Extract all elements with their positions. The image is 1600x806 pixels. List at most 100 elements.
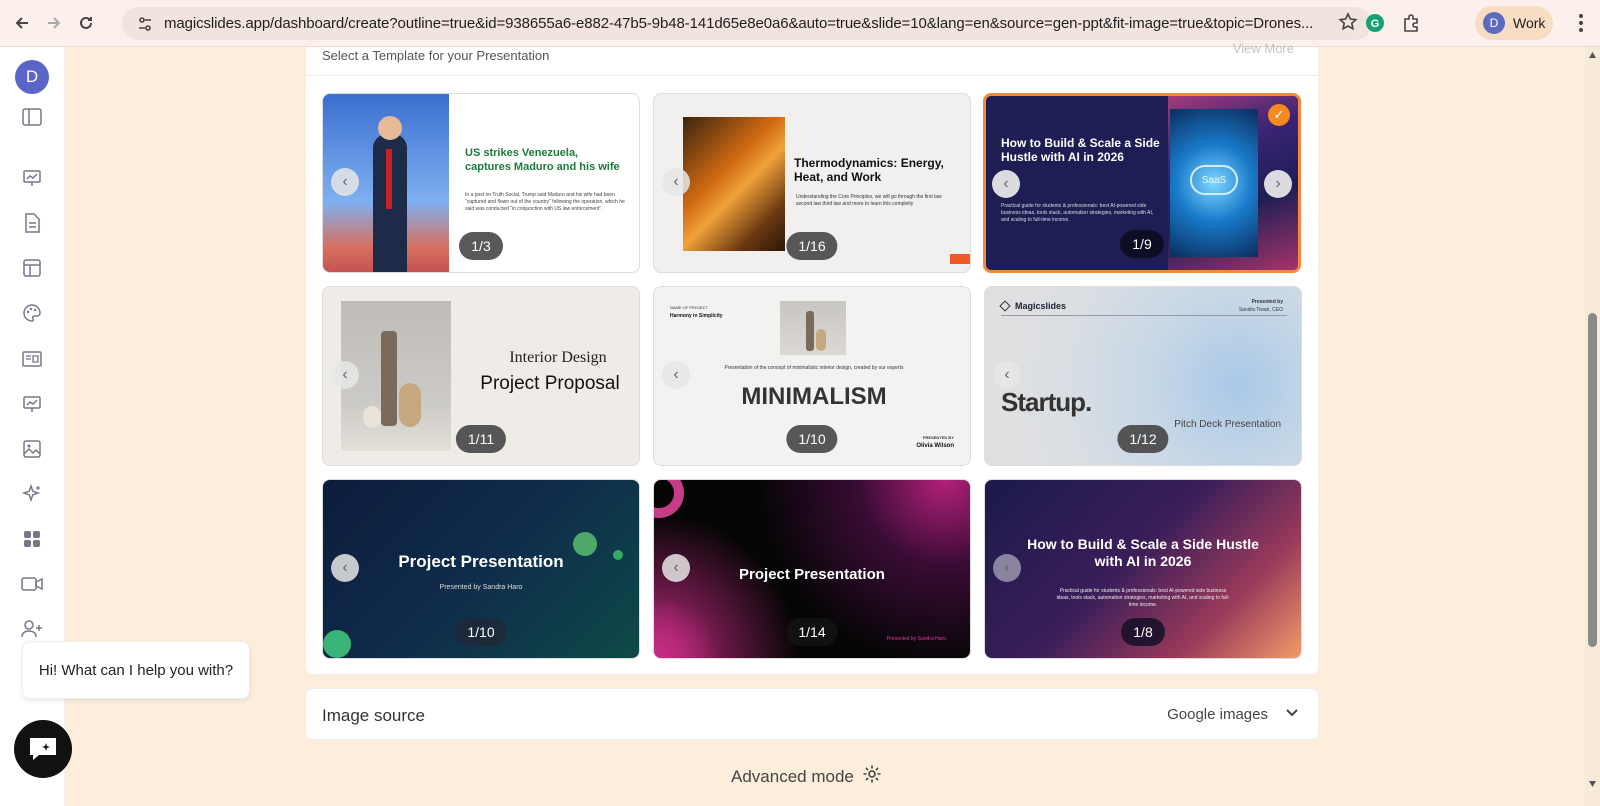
site-settings-icon[interactable] [130,9,160,39]
grammarly-icon[interactable]: G [1360,8,1390,38]
template-card[interactable]: Interior Design Project Proposal ‹ 1/11 [322,286,640,466]
slide-subtitle: Pitch Deck Presentation [1174,419,1281,430]
chat-launcher-button[interactable] [14,720,72,778]
panel-subtitle: Select a Template for your Presentation [322,48,550,63]
slide-accent [950,254,970,264]
chevron-right-icon: › [1275,175,1281,192]
template-card[interactable]: US strikes Venezuela, captures Maduro an… [322,93,640,273]
bookmark-star-icon[interactable] [1338,12,1358,37]
decor-bubble [323,630,351,658]
slide-author: Sandra Tiwari, CEO [1238,307,1283,313]
prev-slide-button[interactable]: ‹ [993,361,1021,389]
slide-body: In a post on Truth Social, Trump said Ma… [465,192,625,212]
slide-title: Thermodynamics: Energy, Heat, and Work [794,156,944,184]
slides-list-icon[interactable] [20,347,44,371]
prev-slide-button[interactable]: ‹ [992,170,1020,198]
image-source-select[interactable]: Image source Google images [305,688,1319,740]
main-content: Select a Template for your Presentation … [65,41,1585,806]
image-source-value[interactable]: Google images [1167,706,1268,723]
slide-counter: 1/14 [786,618,838,646]
chevron-left-icon: ‹ [1003,175,1009,192]
prev-slide-button[interactable]: ‹ [331,554,359,582]
slide-counter: 1/9 [1120,230,1164,258]
slide-counter: 1/10 [455,618,507,646]
saas-cloud-label: SaaS [1190,165,1238,195]
palette-icon[interactable] [20,301,44,325]
chevron-left-icon: ‹ [342,559,348,576]
forward-button[interactable] [38,7,70,39]
chevron-left-icon: ‹ [1004,559,1010,576]
slide-brand: Magicslides [1015,301,1067,311]
chevron-left-icon: ‹ [1004,366,1010,383]
prev-slide-button[interactable]: ‹ [331,361,359,389]
chat-greeting-bubble[interactable]: Hi! What can I help you with? [22,641,250,699]
prev-slide-button[interactable]: ‹ [993,554,1021,582]
advanced-mode-label: Advanced mode [731,766,854,786]
slide-counter: 1/11 [455,425,507,453]
image-icon[interactable] [20,437,44,461]
slide-title: Project Proposal [480,373,620,394]
gear-icon[interactable] [862,764,882,789]
slide-subtitle: Interior Design [509,349,607,366]
template-card[interactable]: Magicslides Presented by Sandra Tiwari, … [984,286,1302,466]
divider [306,75,1318,76]
sparkle-icon[interactable] [20,482,44,506]
template-card[interactable]: Project Presentation Presented by Sandra… [322,479,640,659]
chevron-down-icon[interactable] [1284,704,1300,725]
video-icon[interactable] [20,572,44,596]
profile-chip[interactable]: D Work [1475,6,1553,40]
prev-slide-button[interactable]: ‹ [662,554,690,582]
template-card[interactable]: Project Presentation Presented by Sandra… [653,479,971,659]
template-card[interactable]: Thermodynamics: Energy, Heat, and Work U… [653,93,971,273]
document-icon[interactable] [20,211,44,235]
presentation-icon[interactable] [20,166,44,190]
template-card[interactable]: NAME OF PROJECT Harmony in Simplicity Pr… [653,286,971,466]
panel-toggle-icon[interactable] [20,105,44,129]
slide-counter: 1/16 [786,232,838,260]
slide-title: How to Build & Scale a Side Hustle with … [1027,536,1259,569]
browser-menu-icon[interactable] [1568,8,1594,38]
slide-body: Practical guide for students & professio… [1001,203,1154,223]
address-bar[interactable]: magicslides.app/dashboard/create?outline… [122,7,1372,40]
template-card-selected[interactable]: SaaS How to Build & Scale a Side Hustle … [983,93,1301,273]
slide-counter: 1/3 [459,232,503,260]
slide-subtitle: Presented by Sandra Haro [886,636,946,642]
slide-title: Project Presentation [739,566,885,583]
slide-counter: 1/10 [786,425,838,453]
slide-kicker: NAME OF PROJECT [670,305,709,310]
user-avatar[interactable]: D [15,60,49,94]
scrollbar-thumb[interactable] [1588,313,1597,647]
slide-body: Practical guide for students & professio… [1056,588,1230,608]
forward-arrow-icon [48,17,61,29]
chat-icon [30,738,56,760]
slide-title: Project Presentation [398,552,564,571]
prev-slide-button[interactable]: ‹ [662,168,690,196]
template-selection-panel: Select a Template for your Presentation … [305,41,1319,675]
reload-button[interactable] [70,7,102,39]
next-slide-button[interactable]: › [1264,170,1292,198]
svg-text:G: G [1371,18,1380,30]
chart-presentation-icon[interactable] [20,392,44,416]
profile-label: Work [1513,15,1546,31]
slide-divider [1001,315,1287,316]
page-scrollbar[interactable] [1585,47,1600,806]
reload-icon [80,16,92,29]
template-card[interactable]: How to Build & Scale a Side Hustle with … [984,479,1302,659]
browser-toolbar: magicslides.app/dashboard/create?outline… [0,0,1600,47]
advanced-mode-toggle[interactable]: Advanced mode [731,764,882,789]
url-text[interactable]: magicslides.app/dashboard/create?outline… [164,15,1324,32]
view-more-link[interactable]: View More [1233,41,1294,56]
template-icon[interactable] [20,256,44,280]
prev-slide-button[interactable]: ‹ [331,168,359,196]
back-button[interactable] [6,7,38,39]
apps-icon[interactable] [20,527,44,551]
add-user-icon[interactable] [20,617,44,641]
extensions-puzzle-icon[interactable] [1396,8,1426,38]
prev-slide-button[interactable]: ‹ [662,361,690,389]
slide-body: Understanding the Core Principles, we wi… [796,194,942,207]
slide-title: How to Build & Scale a Side Hustle with … [1001,136,1160,164]
slide-title: Startup. [1001,387,1092,417]
decor-glow [654,600,724,658]
scroll-down-icon [1589,781,1596,787]
chevron-left-icon: ‹ [673,559,679,576]
